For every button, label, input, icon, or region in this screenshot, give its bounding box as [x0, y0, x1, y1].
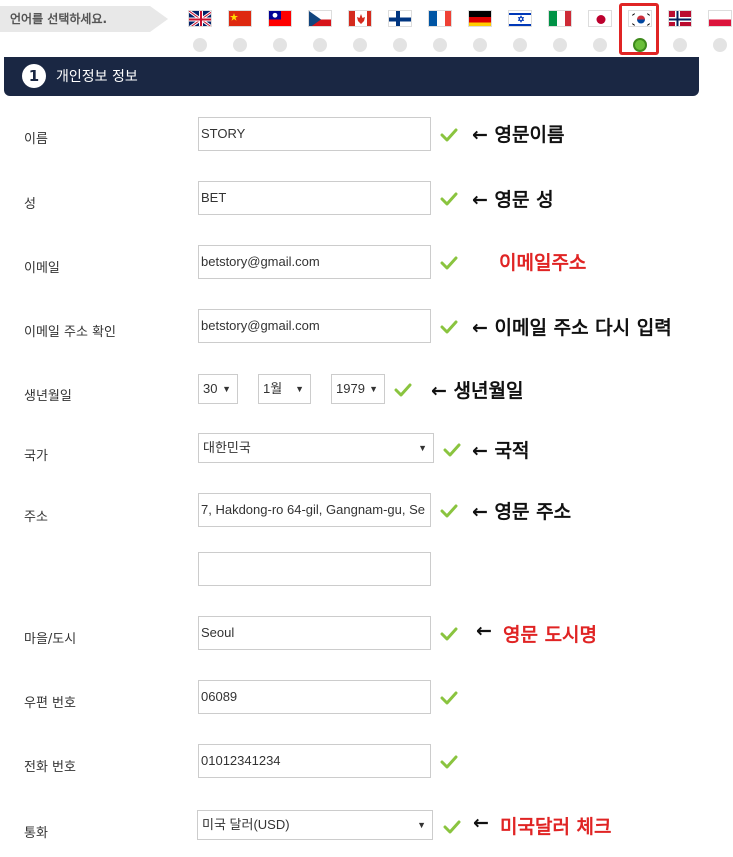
japan-flag-icon[interactable]: [588, 10, 612, 27]
currency-annotation-arrow: ←: [473, 812, 489, 834]
language-indicator-dot: [513, 38, 527, 52]
language-indicator-dot: [713, 38, 727, 52]
language-indicator-dot: [673, 38, 687, 52]
first-name-annotation: ← 영문이름: [472, 124, 565, 146]
first-name-input[interactable]: STORY: [198, 117, 431, 151]
address-label: 주소: [24, 510, 48, 525]
check-icon: [443, 443, 461, 457]
city-annotation: 영문 도시명: [503, 624, 598, 646]
country-select[interactable]: 대한민국 ▼: [198, 433, 434, 463]
address-annotation: ← 영문 주소: [472, 501, 572, 523]
phone-label: 전화 번호: [24, 760, 76, 775]
language-bar: 언어를 선택하세요.: [0, 0, 733, 57]
currency-annotation: 미국달러 체크: [500, 816, 612, 838]
birth-month-value: 1월: [263, 381, 283, 396]
country-annotation: ← 국적: [472, 440, 530, 462]
city-label: 마을/도시: [24, 632, 77, 647]
email-label: 이메일: [24, 261, 60, 276]
first-name-label: 이름: [24, 132, 48, 147]
canada-flag-icon[interactable]: [348, 10, 372, 27]
email-annotation: 이메일주소: [499, 252, 587, 274]
israel-flag-icon[interactable]: [508, 10, 532, 27]
section-header: 1 개인정보 정보: [4, 57, 699, 96]
last-name-label: 성: [24, 197, 36, 212]
china-flag-icon[interactable]: [228, 10, 252, 27]
taiwan-flag-icon[interactable]: [268, 10, 292, 27]
check-icon: [440, 128, 458, 142]
check-icon: [440, 320, 458, 334]
email-input[interactable]: betstory@gmail.com: [198, 245, 431, 279]
check-icon: [440, 504, 458, 518]
currency-value: 미국 달러(USD): [202, 817, 290, 832]
city-input[interactable]: Seoul: [198, 616, 431, 650]
language-indicator-dot: [593, 38, 607, 52]
phone-input[interactable]: 01012341234: [198, 744, 431, 778]
country-label: 국가: [24, 449, 48, 464]
birthdate-annotation: ← 생년월일: [431, 380, 524, 402]
language-indicator-dot: [433, 38, 447, 52]
last-name-input[interactable]: BET: [198, 181, 431, 215]
caret-down-icon: ▼: [369, 384, 378, 394]
germany-flag-icon[interactable]: [468, 10, 492, 27]
france-flag-icon[interactable]: [428, 10, 452, 27]
email-confirm-input[interactable]: betstory@gmail.com: [198, 309, 431, 343]
email-confirm-annotation: ← 이메일 주소 다시 입력: [472, 317, 672, 339]
check-icon: [440, 192, 458, 206]
caret-down-icon: ▼: [222, 384, 231, 394]
birthdate-label: 생년월일: [24, 389, 72, 404]
language-indicator-dot: [273, 38, 287, 52]
check-icon: [440, 256, 458, 270]
postal-code-input[interactable]: 06089: [198, 680, 431, 714]
caret-down-icon: ▼: [417, 820, 426, 830]
birth-month-select[interactable]: 1월 ▼: [258, 374, 311, 404]
poland-flag-icon[interactable]: [708, 10, 732, 27]
birth-day-select[interactable]: 30 ▼: [198, 374, 238, 404]
birth-year-select[interactable]: 1979 ▼: [331, 374, 385, 404]
uk-flag-icon[interactable]: [188, 10, 212, 27]
caret-down-icon: ▼: [295, 384, 304, 394]
currency-select[interactable]: 미국 달러(USD) ▼: [197, 810, 433, 840]
birth-day-value: 30: [203, 381, 218, 396]
birth-year-value: 1979: [336, 381, 365, 396]
city-annotation-arrow: ←: [476, 620, 492, 642]
language-indicator-dot: [553, 38, 567, 52]
selected-language-highlight: [619, 3, 659, 55]
currency-label: 통화: [24, 826, 48, 841]
check-icon: [394, 383, 412, 397]
italy-flag-icon[interactable]: [548, 10, 572, 27]
language-indicator-dot: [353, 38, 367, 52]
language-indicator-dot: [313, 38, 327, 52]
section-number-badge: 1: [22, 64, 46, 88]
section-title: 개인정보 정보: [56, 69, 138, 85]
language-indicator-dot: [193, 38, 207, 52]
caret-down-icon: ▼: [418, 443, 427, 453]
language-indicator-dot: [393, 38, 407, 52]
label-arrow-shape: [150, 6, 168, 32]
last-name-annotation: ← 영문 성: [472, 189, 554, 211]
language-indicator-dot: [473, 38, 487, 52]
czech-flag-icon[interactable]: [308, 10, 332, 27]
language-select-label: 언어를 선택하세요.: [0, 6, 150, 32]
address-input[interactable]: 7, Hakdong-ro 64-gil, Gangnam-gu, Se: [198, 493, 431, 527]
country-value: 대한민국: [203, 440, 251, 455]
check-icon: [440, 627, 458, 641]
check-icon: [443, 820, 461, 834]
address-line2-input[interactable]: [198, 552, 431, 586]
email-confirm-label: 이메일 주소 확인: [24, 325, 116, 340]
check-icon: [440, 755, 458, 769]
language-indicator-dot: [233, 38, 247, 52]
finland-flag-icon[interactable]: [388, 10, 412, 27]
norway-flag-icon[interactable]: [668, 10, 692, 27]
check-icon: [440, 691, 458, 705]
postal-code-label: 우편 번호: [24, 696, 76, 711]
